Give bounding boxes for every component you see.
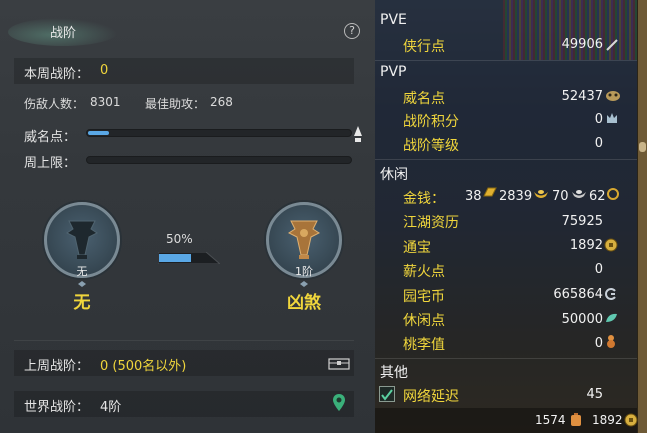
location-pin-icon[interactable]: [332, 393, 346, 413]
latency-value: 45: [586, 387, 603, 402]
pvp-item-value: 52437: [561, 89, 603, 104]
pvp-item-value: 0: [594, 136, 603, 151]
prestige-progress-fill: [88, 131, 109, 135]
leisure-item-label: 江湖资历: [403, 215, 459, 231]
bronze-medal-icon: [288, 220, 320, 259]
last-week-rank-row: 上周战阶： 0 (500名以外): [14, 350, 354, 376]
kills-label: 伤敌人数：: [24, 97, 85, 111]
prestige-label: 威名点：: [24, 130, 77, 145]
rank-panel: 战阶 ? 本周战阶： 0 伤敌人数： 8301 最佳助攻： 268 威名点： 周…: [0, 0, 375, 433]
gourd-icon: [607, 335, 615, 348]
money-copper-value: 70: [552, 189, 569, 204]
leisure-item-value: 1892: [569, 238, 603, 253]
other-header: 其他: [380, 365, 408, 381]
section-divider: [375, 159, 637, 160]
weekly-rank-row: 本周战阶： 0: [14, 58, 354, 84]
current-rank-name: 无: [73, 293, 91, 313]
weekly-rank-label: 本周战阶：: [24, 67, 90, 82]
feather-icon: [606, 39, 618, 51]
footer-right-value: 1892: [592, 413, 623, 427]
sycee-gold-icon: [534, 190, 548, 198]
latency-label: 网络延迟: [403, 389, 459, 405]
leisure-item-label: 薪火点: [403, 264, 445, 280]
last-week-rank-label: 上周战阶：: [24, 359, 90, 374]
money-gold-value: 38: [465, 189, 482, 204]
world-rank-row: 世界战阶： 4阶: [14, 391, 354, 417]
weekly-rank-value: 0: [100, 63, 109, 78]
scrollbar[interactable]: [637, 0, 647, 433]
pvp-header: PVP: [380, 64, 407, 80]
section-divider: [375, 358, 637, 359]
copper-coin-icon: [607, 188, 619, 200]
next-medal-caption: 1阶: [295, 265, 313, 278]
swirl-icon: [605, 288, 616, 300]
leisure-item-label: 园宅币: [403, 289, 445, 305]
diamond-ornament-icon: [300, 281, 308, 287]
coin-icon: [624, 413, 638, 427]
pve-item-label: 侠行点: [403, 39, 445, 55]
leisure-item-label: 通宝: [403, 240, 431, 256]
world-rank-label: 世界战阶：: [24, 400, 90, 415]
pvp-item-label: 战阶积分: [403, 114, 459, 130]
leisure-item-value: 0: [594, 336, 603, 351]
next-rank-name: 凶煞: [287, 293, 321, 313]
leisure-item-value: 665864: [553, 287, 603, 302]
weekly-cap-label: 周上限：: [24, 156, 77, 171]
panel-title: 战阶: [50, 26, 77, 41]
panel-header: 战阶: [0, 14, 375, 48]
pvp-item-label: 战阶等级: [403, 138, 459, 154]
latency-checkbox[interactable]: [379, 386, 395, 402]
scrollbar-thumb[interactable]: [639, 142, 646, 152]
mask-icon: [606, 91, 620, 101]
crown-icon: [607, 113, 617, 123]
current-medal-caption: 无: [76, 265, 88, 278]
milestone-marker-icon: [354, 126, 362, 142]
leaf-icon: [606, 313, 617, 322]
help-button[interactable]: ?: [344, 23, 360, 39]
money-label: 金钱：: [403, 191, 445, 207]
weekly-cap-progress-bar: [86, 156, 352, 164]
money-silver-value: 2839: [499, 189, 533, 204]
checkmark-icon: [381, 389, 393, 401]
diamond-ornament-icon: [78, 281, 86, 287]
coin-icon: [604, 238, 618, 252]
next-rank-progress-bar: [158, 252, 220, 264]
sycee-silver-icon: [572, 190, 586, 198]
kills-value: 8301: [90, 95, 121, 109]
chest-icon[interactable]: [328, 356, 350, 370]
best-assist-value: 268: [210, 95, 233, 109]
leisure-item-value: 50000: [561, 312, 603, 327]
pve-header: PVE: [380, 12, 407, 28]
leisure-item-value: 75925: [561, 214, 603, 229]
section-divider: [375, 60, 637, 61]
leisure-header: 休闲: [380, 167, 408, 183]
money-iron-value: 62: [589, 189, 606, 204]
pve-item-value: 49906: [561, 37, 603, 52]
leisure-item-label: 休闲点: [403, 313, 445, 329]
currency-panel: PVE 侠行点 49906 PVP 威名点 52437 战阶积分 0 战阶等级 …: [375, 0, 647, 433]
empty-medal-icon: [66, 220, 98, 259]
pvp-item-value: 0: [594, 112, 603, 127]
best-assist-label: 最佳助攻：: [145, 97, 206, 111]
world-rank-value: 4阶: [100, 400, 122, 415]
prestige-progress-bar: [86, 129, 352, 137]
leisure-item-value: 0: [594, 262, 603, 277]
progress-percent: 50%: [166, 232, 193, 246]
lantern-icon: [571, 413, 581, 426]
currency-footer: 1574 1892: [375, 408, 638, 433]
pvp-item-label: 威名点: [403, 91, 445, 107]
footer-left-value: 1574: [535, 413, 566, 427]
last-week-rank-value: 0 (500名以外): [100, 359, 187, 374]
leisure-item-label: 桃李值: [403, 337, 445, 353]
gold-ingot-icon: [483, 187, 497, 197]
divider: [14, 340, 354, 341]
